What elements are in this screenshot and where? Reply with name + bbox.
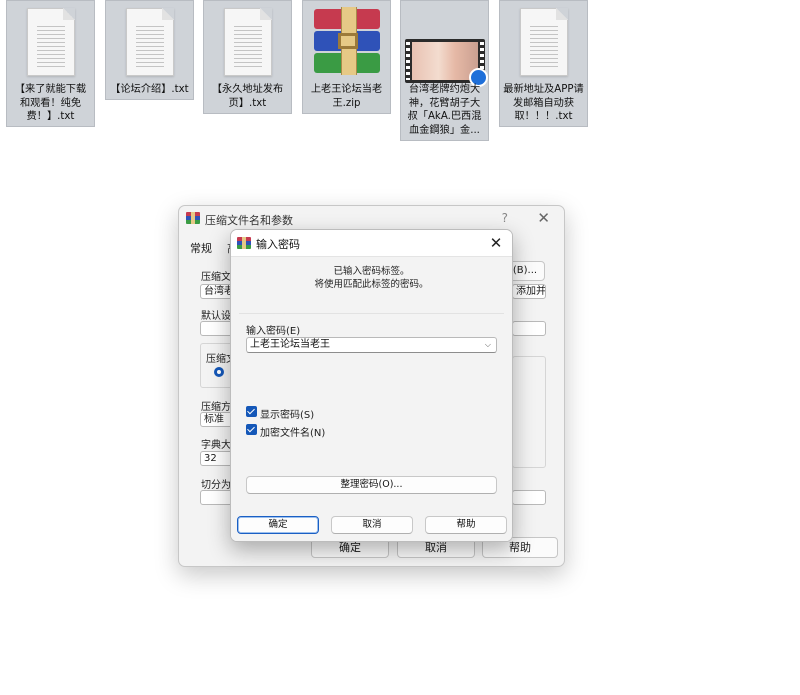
dialog-title: 输入密码 [256, 238, 300, 251]
file-name: 台湾老牌约炮大神，花臂胡子大叔「AkA.巴西混血金鋼狼」金... [407, 84, 482, 136]
winrar-app-icon [237, 237, 251, 249]
file-tile-zip[interactable]: 上老王论坛当老王.zip [302, 0, 391, 114]
options-group [512, 356, 546, 468]
text-file-icon [500, 1, 587, 81]
encrypt-filenames-label[interactable]: 加密文件名(N) [260, 424, 325, 439]
file-name: 上老王论坛当老王.zip [310, 84, 383, 109]
ok-button[interactable]: 确定 [237, 516, 319, 534]
password-input[interactable]: 上老王论坛当老王 [246, 337, 497, 353]
text-file-icon [106, 1, 193, 81]
winrar-archive-icon [303, 1, 390, 81]
show-password-checkbox[interactable] [246, 406, 257, 417]
text-file-icon [7, 1, 94, 81]
winrar-app-icon [186, 212, 200, 224]
file-name: 【论坛介绍】.txt [110, 84, 189, 95]
dialog-message: 已输入密码标签。 将使用匹配此标签的密码。 [231, 265, 512, 291]
window-title: 压缩文件名和参数 [205, 214, 293, 227]
file-name: 【永久地址发布页】.txt [211, 84, 284, 109]
file-tile-txt-3[interactable]: 【永久地址发布页】.txt [203, 0, 292, 114]
update-mode-select[interactable]: 添加并替换文件 [512, 284, 546, 299]
message-line-2: 将使用匹配此标签的密码。 [314, 279, 429, 290]
chevron-down-icon[interactable]: ⌵ [485, 337, 491, 353]
organize-passwords-button[interactable]: 整理密码(O)... [246, 476, 497, 494]
file-name: 最新地址及APP请发邮箱自动获取！！！.txt [503, 84, 584, 122]
file-name: 【来了就能下载和观看！纯免费！】.txt [14, 84, 87, 122]
message-line-1: 已输入密码标签。 [333, 266, 410, 277]
close-icon[interactable]: ✕ [486, 233, 506, 253]
show-password-label[interactable]: 显示密码(S) [260, 406, 314, 421]
close-icon[interactable]: ✕ [537, 209, 550, 227]
file-tile-txt-4[interactable]: 最新地址及APP请发邮箱自动获取！！！.txt [499, 0, 588, 127]
file-tile-txt-2[interactable]: 【论坛介绍】.txt [105, 0, 194, 100]
enter-password-dialog: 输入密码 ✕ 已输入密码标签。 将使用匹配此标签的密码。 输入密码(E) 上老王… [230, 229, 513, 542]
file-tile-txt-1[interactable]: 【来了就能下载和观看！纯免费！】.txt [6, 0, 95, 127]
encrypt-filenames-checkbox[interactable] [246, 424, 257, 435]
format-radio[interactable] [214, 367, 224, 377]
dialog-body: 已输入密码标签。 将使用匹配此标签的密码。 输入密码(E) 上老王论坛当老王 ⌵… [231, 256, 512, 541]
help-icon[interactable]: ? [502, 211, 508, 225]
password-label: 输入密码(E) [246, 326, 301, 337]
help-button[interactable]: 帮助 [425, 516, 507, 534]
cancel-button[interactable]: 取消 [331, 516, 413, 534]
split-unit-select[interactable] [512, 490, 546, 505]
tab-general[interactable]: 常规 [190, 240, 212, 256]
video-thumbnail-icon [401, 1, 488, 87]
profile-select[interactable] [512, 321, 546, 336]
dialog-titlebar: 输入密码 ✕ [231, 230, 512, 256]
divider [239, 313, 504, 314]
text-file-icon [204, 1, 291, 81]
file-tile-video[interactable]: 台湾老牌约炮大神，花臂胡子大叔「AkA.巴西混血金鋼狼」金... [400, 0, 489, 141]
